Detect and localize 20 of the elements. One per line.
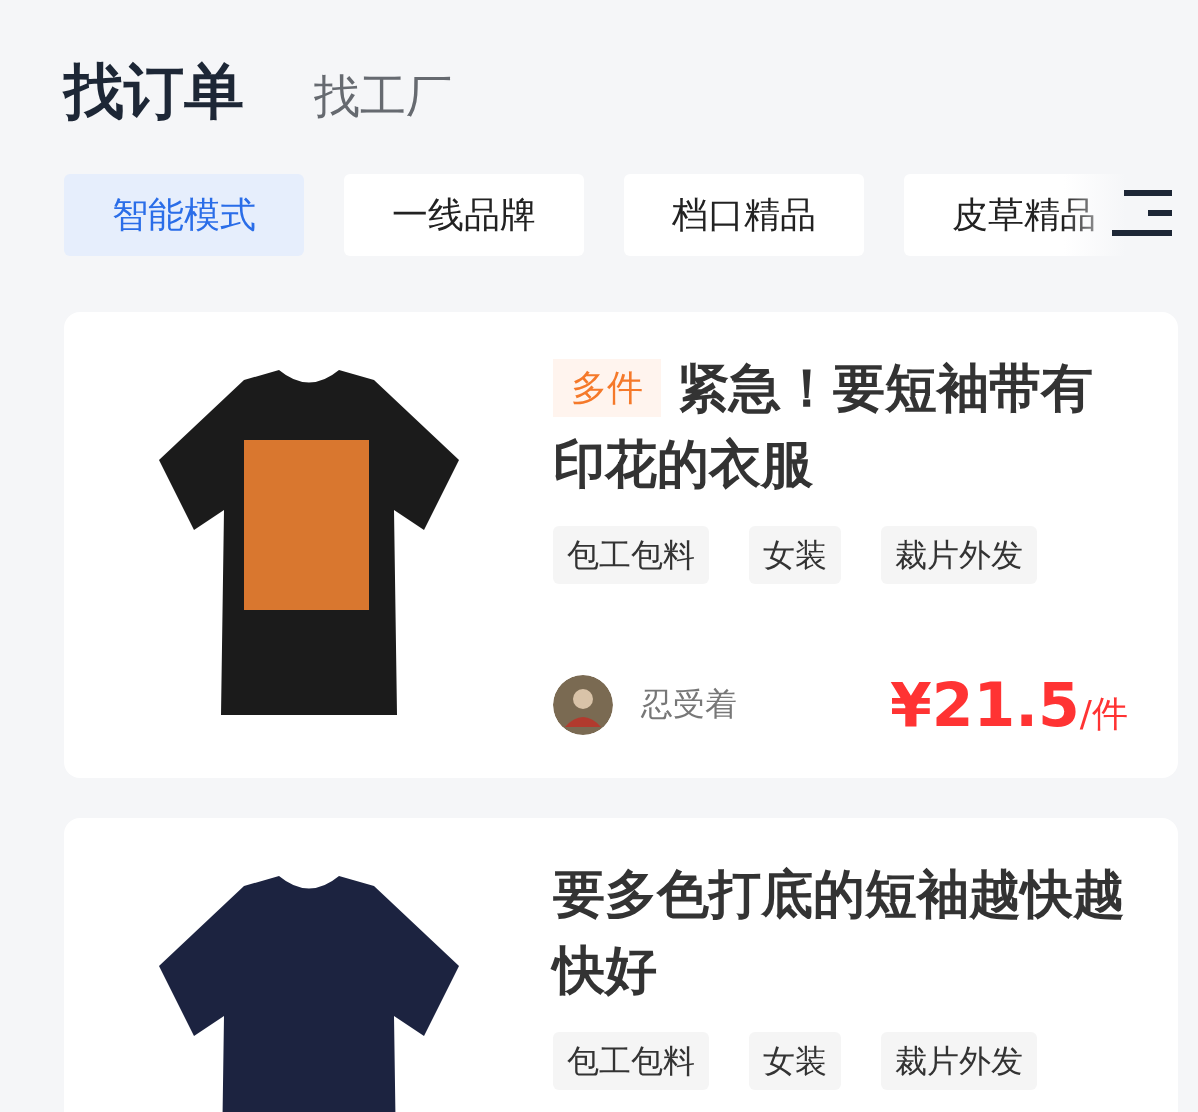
filter-chip[interactable]: 档口精品 [624,174,864,256]
order-card[interactable]: 多件 紧急！要短袖带有印花的衣服 包工包料 女装 裁片外发 忍受着 ¥21.5/件 [64,312,1178,778]
menu-icon[interactable] [1112,190,1172,238]
quantity-badge: 多件 [553,359,661,417]
order-tag: 女装 [749,526,841,584]
price: ¥21.5 [890,670,1080,740]
order-tag: 女装 [749,1032,841,1090]
main-tab[interactable]: 找工厂 [314,66,452,128]
order-tag: 裁片外发 [881,526,1037,584]
order-tag: 包工包料 [553,1032,709,1090]
avatar-icon [553,675,613,735]
order-tag: 裁片外发 [881,1032,1037,1090]
order-tag: 包工包料 [553,526,709,584]
filter-chip[interactable]: 一线品牌 [344,174,584,256]
poster-name: 忍受着 [641,684,737,725]
price-unit: /件 [1079,693,1128,734]
order-title: 多件 紧急！要短袖带有印花的衣服 [553,357,1094,496]
main-tab[interactable]: 找订单 [64,52,244,133]
order-card[interactable]: 要多色打底的短袖越快越快好 包工包料 女装 裁片外发 [64,818,1178,1112]
filter-chip[interactable]: 智能模式 [64,174,304,256]
